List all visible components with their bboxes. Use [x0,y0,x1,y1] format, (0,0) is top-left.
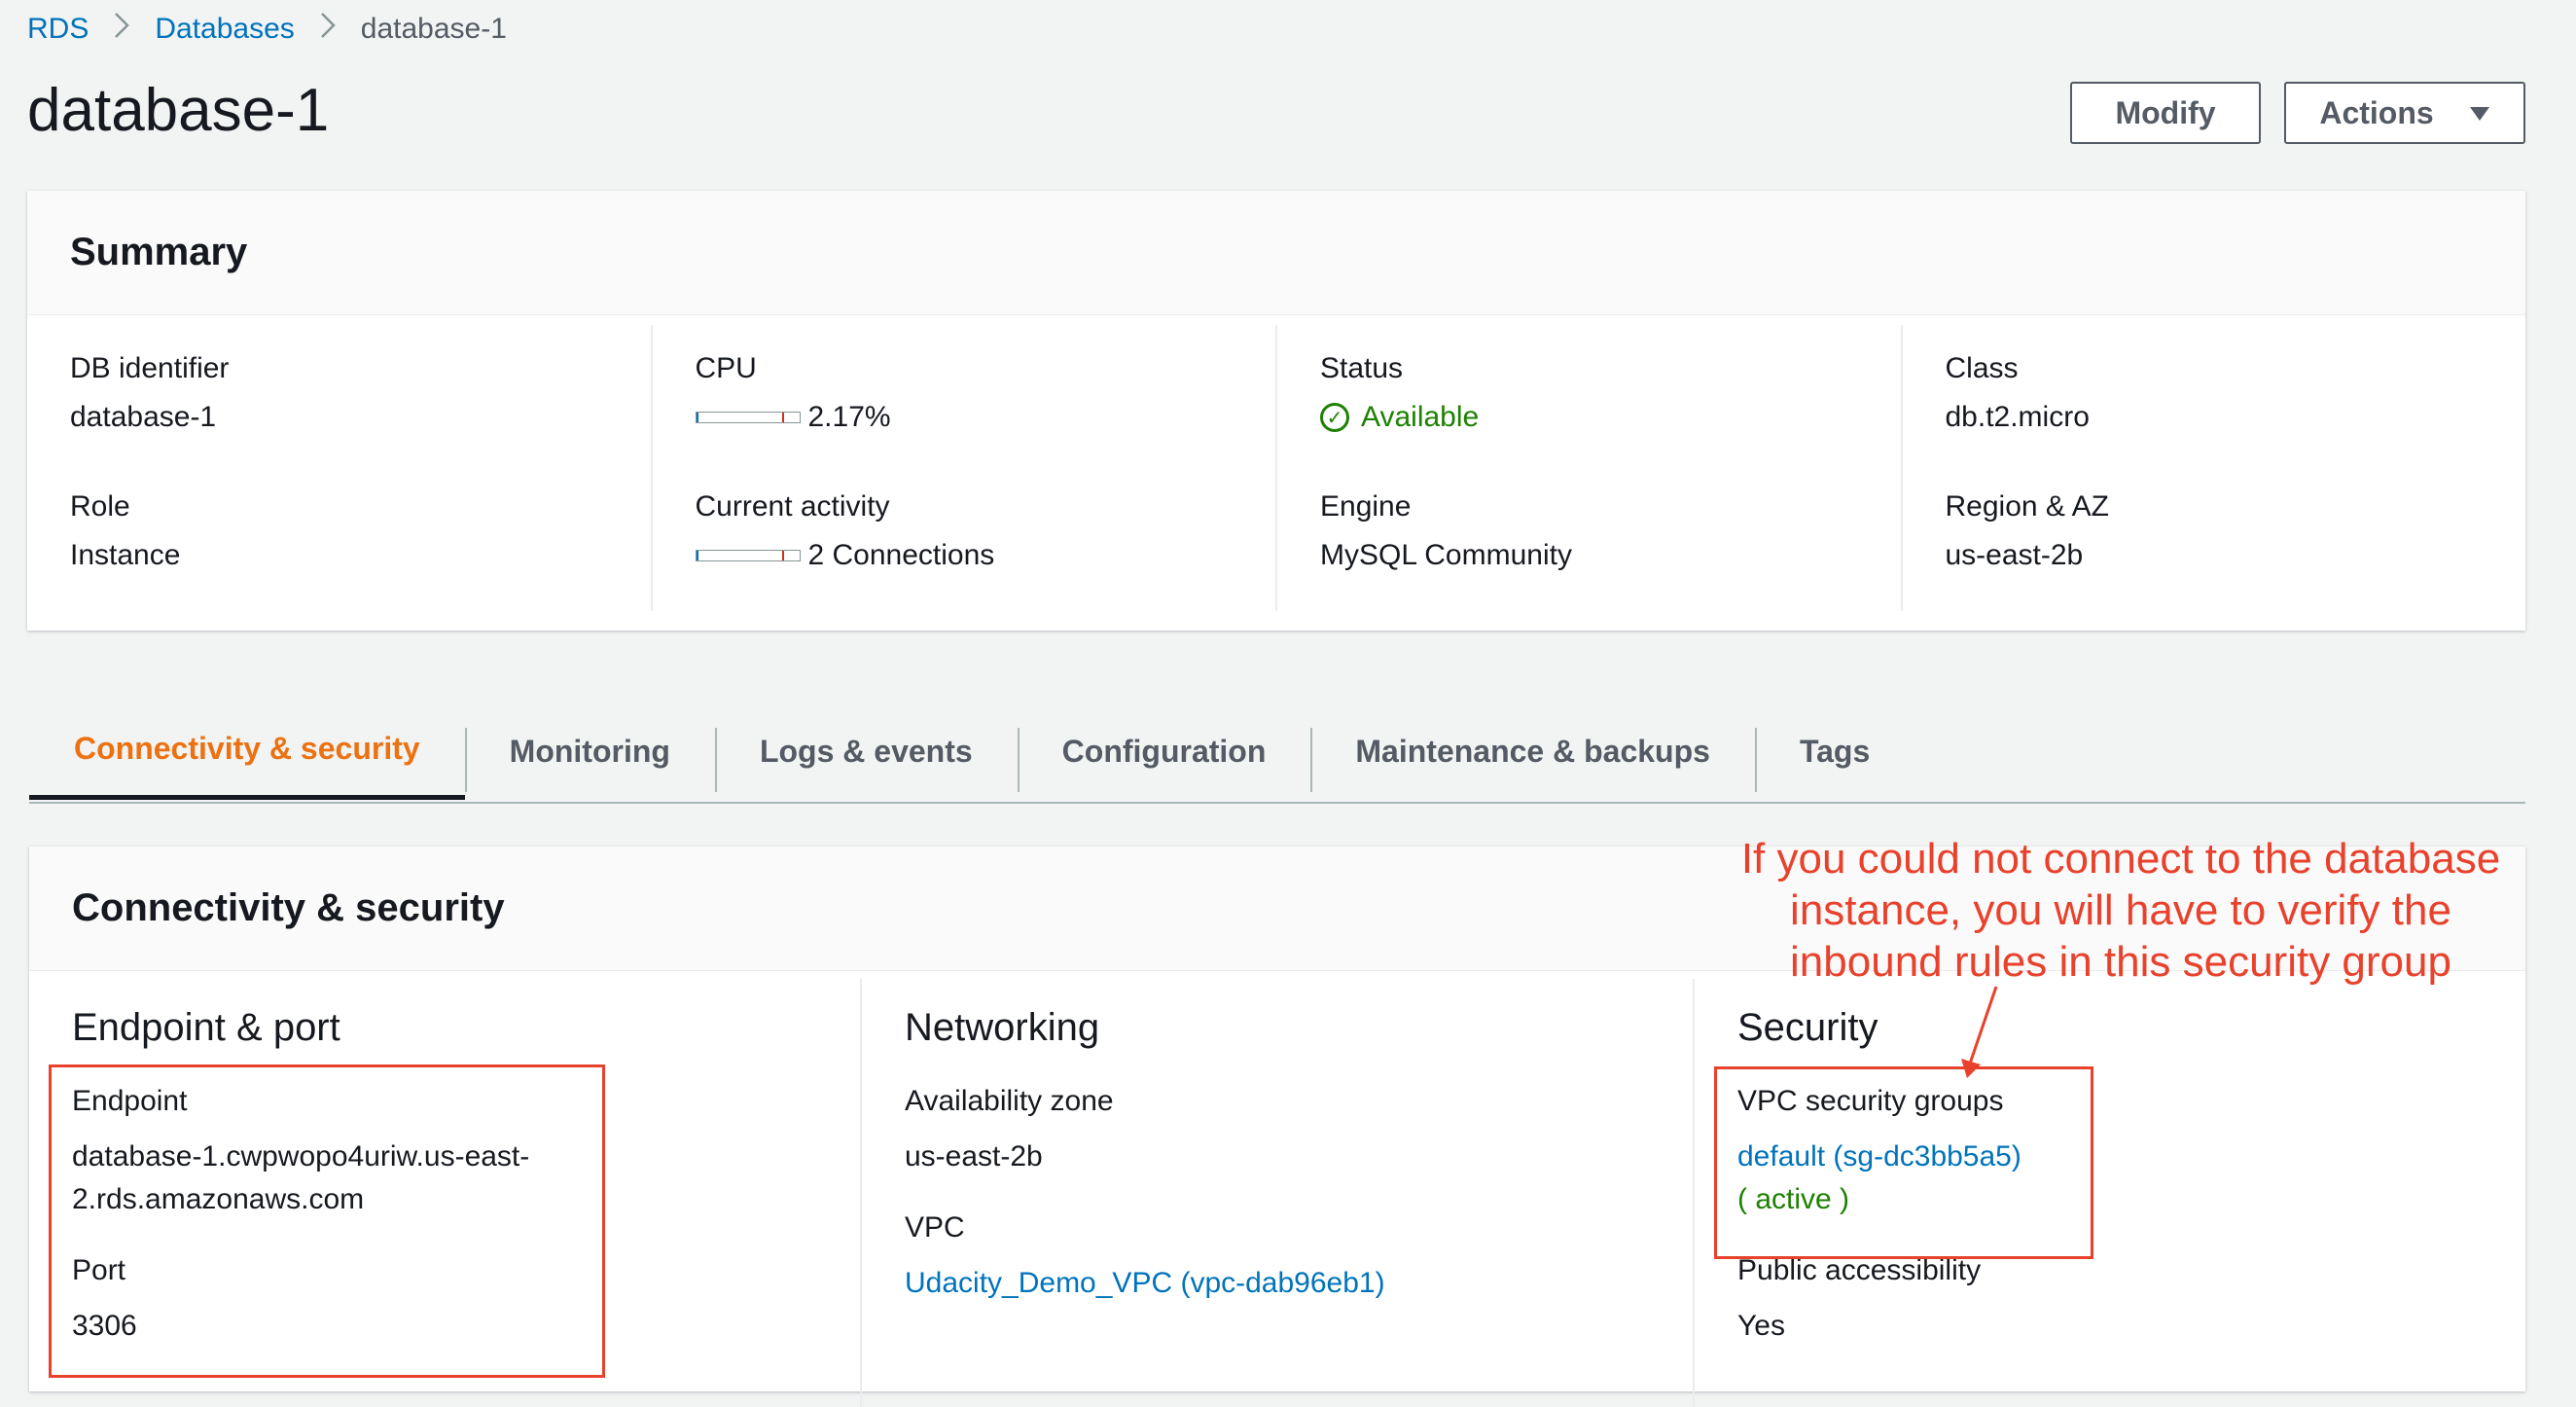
breadcrumb-rds-link[interactable]: RDS [27,13,89,46]
actions-button-label: Actions [2319,94,2434,130]
engine-value: MySQL Community [1320,539,1572,571]
activity-meter [695,550,801,561]
tab-connectivity-security[interactable]: Connectivity & security [29,703,465,800]
tab-configuration[interactable]: Configuration [1017,703,1311,800]
detail-tabs: Connectivity & security Monitoring Logs … [29,703,2525,804]
endpoint-highlight-box [49,1064,605,1378]
class-label: Class [1945,352,2019,384]
annotation-line2: instance, you will have to verify the [1790,886,2451,934]
breadcrumb-current: database-1 [360,13,507,45]
cpu-value: 2.17% [807,401,891,433]
current-activity-row: 2 Connections [695,539,1276,572]
annotation-note: If you could not connect to the database… [1732,833,2510,988]
current-activity-label: Current activity [695,490,890,523]
class-value: db.t2.micro [1945,401,2090,433]
activity-meter-fill [696,551,698,560]
breadcrumb: RDS Databases database-1 [27,12,507,47]
annotation-line3: inbound rules in this security group [1790,938,2451,986]
cpu-meter-fill [696,413,698,422]
modify-button-label: Modify [2115,94,2216,130]
public-accessibility-label: Public accessibility [1737,1254,1982,1286]
vpc-label: VPC [905,1211,965,1244]
tab-maintenance-backups[interactable]: Maintenance & backups [1310,703,1755,800]
annotation-line1: If you could not connect to the database [1740,835,2501,883]
cpu-meter [695,412,801,423]
summary-title: Summary [27,191,2525,315]
actions-button[interactable]: Actions [2284,82,2525,144]
status-label: Status [1320,352,1404,384]
security-heading: Security [1737,1006,1878,1049]
vpc-link[interactable]: Udacity_Demo_VPC (vpc-dab96eb1) [905,1267,1385,1299]
summary-column-2: CPU 2.17% Current activity 2 Connections [650,325,1276,611]
availability-zone-label: Availability zone [905,1085,1114,1117]
networking-heading: Networking [905,1006,1100,1049]
availability-zone-value: us-east-2b [905,1140,1043,1172]
endpoint-port-heading: Endpoint & port [72,1006,340,1049]
db-identifier-value: database-1 [70,401,217,433]
page-title: database-1 [27,77,330,144]
role-value: Instance [70,539,181,571]
summary-column-1: DB identifier database-1 Role Instance [27,325,651,611]
networking-section: Networking Availability zone us-east-2b … [860,979,1693,1407]
current-activity-value: 2 Connections [807,539,995,571]
check-circle-icon: ✓ [1320,403,1349,432]
tab-logs-events[interactable]: Logs & events [714,703,1018,800]
caret-down-icon [2469,98,2490,128]
summary-column-3: Status ✓ Available Engine MySQL Communit… [1275,325,1901,611]
engine-label: Engine [1320,490,1412,523]
cpu-meter-threshold [781,413,784,422]
summary-panel: Summary DB identifier database-1 Role In… [27,191,2525,631]
cpu-label: CPU [695,352,757,384]
chevron-right-icon [114,12,130,47]
annotation-arrow-icon [1961,986,1998,1078]
tab-tags[interactable]: Tags [1754,703,1914,800]
breadcrumb-databases-link[interactable]: Databases [155,13,294,46]
cpu-value-row: 2.17% [695,401,1276,434]
activity-meter-threshold [781,551,784,560]
tab-monitoring[interactable]: Monitoring [464,703,715,800]
chevron-right-icon [320,12,336,47]
region-az-value: us-east-2b [1945,539,2084,571]
db-identifier-label: DB identifier [70,352,230,384]
status-value: Available [1361,401,1480,433]
summary-column-4: Class db.t2.micro Region & AZ us-east-2b [1900,325,2526,611]
role-label: Role [70,490,130,523]
region-az-label: Region & AZ [1945,490,2109,523]
security-group-highlight-box [1714,1066,2093,1259]
public-accessibility-value: Yes [1737,1310,1785,1342]
modify-button[interactable]: Modify [2070,82,2261,144]
status-value-row: ✓ Available [1320,401,1901,434]
